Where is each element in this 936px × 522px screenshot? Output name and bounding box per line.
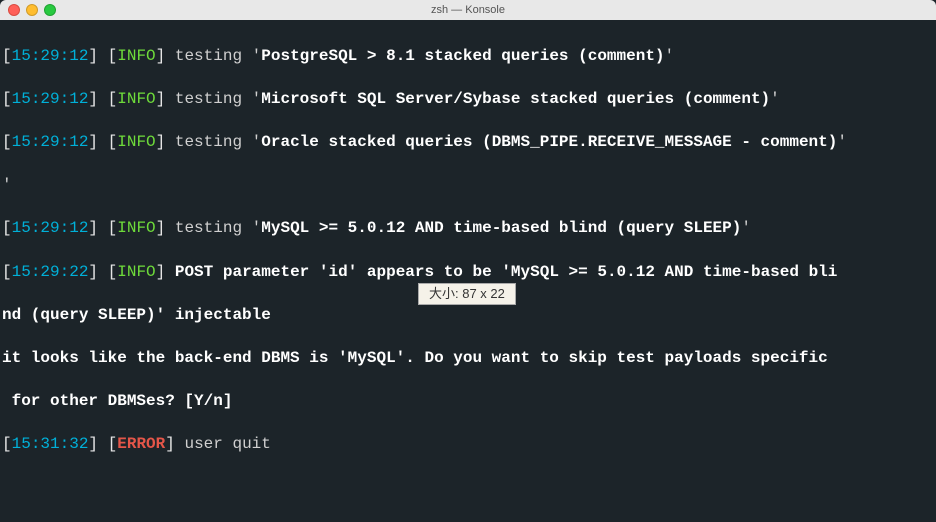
size-tooltip: 大小: 87 x 22 [418,283,516,305]
terminal-viewport[interactable]: [15:29:12] [INFO] testing 'PostgreSQL > … [0,20,936,522]
log-line: [15:29:22] [INFO] POST parameter 'id' ap… [2,262,934,284]
minimize-icon[interactable] [26,4,38,16]
log-line: nd (query SLEEP)' injectable [2,305,934,327]
window-title: zsh — Konsole [431,4,505,16]
log-line: [15:29:12] [INFO] testing 'MySQL >= 5.0.… [2,218,934,240]
window-controls [8,4,56,16]
log-line: [15:29:12] [INFO] testing 'PostgreSQL > … [2,46,934,68]
title-bar[interactable]: zsh — Konsole [0,0,936,20]
log-line: [15:31:32] [ERROR] user quit [2,434,934,456]
log-line: ' [2,175,934,197]
log-blank [2,477,934,499]
log-line: for other DBMSes? [Y/n] [2,391,934,413]
log-line: [15:29:12] [INFO] testing 'Oracle stacke… [2,132,934,154]
log-line: it looks like the back-end DBMS is 'MySQ… [2,348,934,370]
log-line: [15:29:12] [INFO] testing 'Microsoft SQL… [2,89,934,111]
close-icon[interactable] [8,4,20,16]
zoom-icon[interactable] [44,4,56,16]
konsole-window: zsh — Konsole [15:29:12] [INFO] testing … [0,0,936,522]
